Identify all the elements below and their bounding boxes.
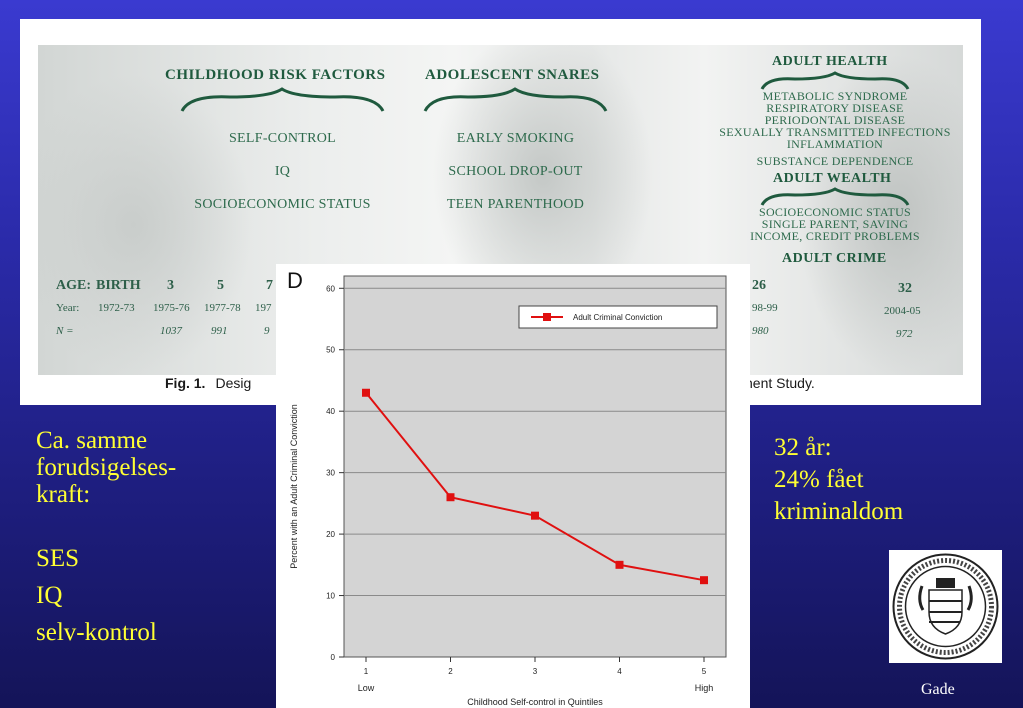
- childhood-item-3: SOCIOECONOMIC STATUS: [194, 197, 371, 212]
- left-text-block: Ca. samme forudsigelses- kraft: SES IQ s…: [36, 427, 176, 646]
- footer-name: Gade: [921, 681, 955, 698]
- n-value-5: 972: [896, 328, 913, 340]
- left-text-line-6: IQ: [36, 582, 63, 609]
- age-7: 7: [266, 278, 273, 293]
- adult-crime-header: ADULT CRIME: [782, 251, 887, 266]
- figure-caption-start: Desig: [215, 375, 252, 391]
- year-3: 1977-78: [204, 302, 241, 314]
- childhood-item-2: IQ: [274, 164, 291, 179]
- left-text-line-5: SES: [36, 545, 80, 572]
- adult-health-header: ADULT HEALTH: [772, 54, 888, 69]
- right-text-line-1: 32 år:: [774, 434, 832, 461]
- right-text-line-3: kriminaldom: [774, 498, 904, 525]
- n-value-3: 9: [264, 325, 270, 337]
- right-text-line-2: 24% fået: [774, 466, 864, 493]
- conviction-line-chart: 0 10 20 30 40 50 60 1 2 3 4 5 Low High Childhood Self-…: [289, 275, 727, 707]
- data-point: [446, 493, 455, 502]
- x-tick-label: 3: [533, 667, 538, 676]
- panel-letter: D: [287, 268, 303, 293]
- adult-wealth-item-3: INCOME, CREDIT PROBLEMS: [750, 229, 920, 243]
- adolescent-brace-icon: [423, 87, 608, 112]
- left-text-line-3: kraft:: [36, 481, 91, 508]
- left-text-line-7: selv-kontrol: [36, 619, 157, 646]
- chart-panel: 0 10 20 30 40 50 60 1 2 3 4 5 Low High Childhood Self-…: [276, 264, 750, 708]
- plot-area: [343, 275, 727, 658]
- year-5: 98-99: [752, 302, 778, 314]
- year-1: 1972-73: [98, 302, 135, 314]
- y-tick-label: 10: [326, 592, 335, 601]
- adult-health-item-5: INFLAMMATION: [786, 137, 884, 151]
- x-tick-label: 4: [617, 667, 622, 676]
- x-low-label: Low: [358, 683, 375, 693]
- adolescent-header: ADOLESCENT SNARES: [425, 67, 600, 83]
- age-32: 32: [898, 281, 912, 296]
- year-4: 197: [255, 302, 272, 314]
- left-text-line-1: Ca. samme: [36, 427, 148, 454]
- legend-marker: [543, 313, 551, 321]
- figure-caption-prefix: Fig. 1.: [165, 375, 206, 391]
- y-tick-label: 0: [331, 653, 336, 662]
- age-birth: BIRTH: [96, 278, 141, 293]
- data-point: [531, 511, 539, 520]
- x-axis-label: Childhood Self-control in Quintiles: [467, 697, 603, 707]
- right-text-block: 32 år: 24% fået kriminaldom: [774, 432, 903, 528]
- figure-caption: Fig. 1. Desig: [165, 375, 251, 391]
- adult-wealth-header: ADULT WEALTH: [773, 171, 892, 186]
- adolescent-item-1: EARLY SMOKING: [456, 131, 575, 146]
- adolescent-item-2: SCHOOL DROP-OUT: [448, 164, 583, 179]
- left-text-line-4: [36, 508, 176, 535]
- figure-caption-end: nent Study.: [745, 375, 815, 391]
- university-seal: [889, 550, 1002, 663]
- data-point: [700, 576, 708, 585]
- adult-wealth-brace-icon: [760, 187, 910, 206]
- n-value-2: 991: [211, 325, 228, 337]
- adult-health-item-6: SUBSTANCE DEPENDENCE: [756, 154, 914, 168]
- age-5: 5: [217, 278, 224, 293]
- y-axis-label: Percent with an Adult Criminal Convictio…: [289, 404, 299, 569]
- x-tick-label: 2: [448, 667, 453, 676]
- y-tick-label: 20: [326, 530, 335, 539]
- y-tick-label: 50: [326, 346, 335, 355]
- x-high-label: High: [695, 683, 714, 693]
- y-tick-label: 40: [326, 407, 335, 416]
- data-point: [362, 388, 370, 397]
- left-text-line-2: forudsigelses-: [36, 454, 177, 481]
- data-point: [615, 560, 624, 569]
- childhood-item-1: SELF-CONTROL: [228, 131, 337, 146]
- year-6: 2004-05: [884, 305, 921, 317]
- n-value-4: 980: [752, 325, 769, 337]
- n-value-1: 1037: [160, 325, 182, 337]
- year-2: 1975-76: [153, 302, 190, 314]
- y-tick-label: 30: [326, 469, 335, 478]
- university-seal-icon: [892, 553, 999, 660]
- adolescent-item-3: TEEN PARENTHOOD: [446, 197, 585, 212]
- x-tick-label: 5: [702, 667, 707, 676]
- year-label: Year:: [56, 302, 80, 314]
- adult-health-brace-icon: [760, 71, 910, 90]
- age-26: 26: [752, 278, 766, 293]
- legend-label: Adult Criminal Conviction: [573, 313, 662, 322]
- childhood-header: CHILDHOOD RISK FACTORS: [165, 67, 386, 83]
- n-label: N =: [56, 325, 74, 337]
- age-label: AGE:: [56, 278, 91, 293]
- x-tick-label: 1: [364, 667, 369, 676]
- age-3: 3: [167, 278, 174, 293]
- childhood-brace-icon: [180, 87, 385, 112]
- y-tick-label: 60: [326, 284, 335, 293]
